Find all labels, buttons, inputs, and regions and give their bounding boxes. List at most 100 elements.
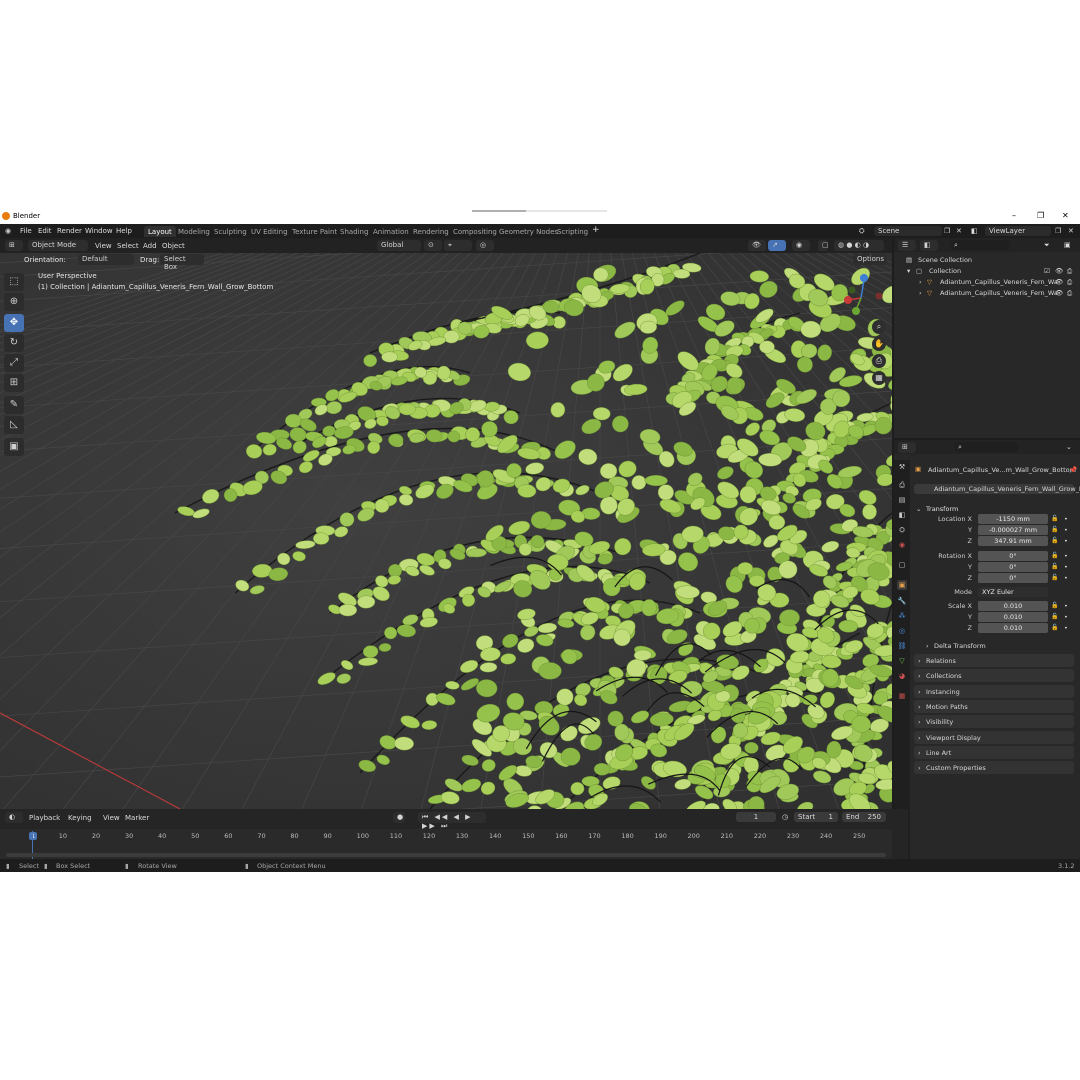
location-x-field[interactable]: -1150 mm bbox=[978, 514, 1048, 524]
outliner-search-icon[interactable]: ⌕ bbox=[950, 240, 1010, 250]
options-dropdown[interactable]: Options bbox=[853, 254, 887, 265]
viewport-menu-select[interactable]: Select bbox=[117, 242, 139, 250]
rotation-mode-dropdown[interactable]: XYZ Euler bbox=[978, 587, 1048, 597]
location-z-field[interactable]: 347.91 mm bbox=[978, 536, 1048, 546]
properties-options-icon[interactable]: ⌄ bbox=[1066, 443, 1072, 451]
tab-animation[interactable]: Animation bbox=[369, 226, 413, 237]
cursor-tool[interactable]: ⊕ bbox=[4, 293, 24, 311]
outliner[interactable]: ☰ ◧ ⌕ ⏷ ▣ ▤ Scene Collection ▾ ▢ Collect… bbox=[894, 238, 1080, 438]
timeline-menu-marker[interactable]: Marker bbox=[125, 814, 149, 822]
shading-mode-icons[interactable]: ◍ ● ◐ ◑ bbox=[834, 240, 884, 251]
object-datablock-field[interactable]: Adiantum_Capillus_Veneris_Fern_Wall_Grow… bbox=[914, 484, 1080, 494]
snap-icon[interactable]: ⌖ bbox=[444, 240, 472, 251]
keyframe-dot-icon[interactable]: • bbox=[1064, 624, 1068, 632]
keyframe-dot-icon[interactable]: • bbox=[1064, 526, 1068, 534]
pan-hand-icon[interactable]: ✋ bbox=[872, 337, 886, 351]
viewport-menu-object[interactable]: Object bbox=[162, 242, 185, 250]
close-icon[interactable]: ✕ bbox=[1062, 211, 1069, 220]
collection-label[interactable]: Collection bbox=[929, 267, 961, 275]
tab-shading[interactable]: Shading bbox=[336, 226, 372, 237]
keyframe-dot-icon[interactable]: • bbox=[1064, 515, 1068, 523]
output-tab-icon[interactable]: ▤ bbox=[897, 495, 907, 505]
keyframe-dot-icon[interactable]: • bbox=[1064, 574, 1068, 582]
record-icon[interactable]: ● bbox=[393, 812, 405, 823]
scene-copy-icon[interactable]: ❐ bbox=[944, 227, 950, 235]
item-eye-icon[interactable]: 👁 bbox=[1055, 289, 1063, 297]
panel-viewport-display[interactable]: › Viewport Display bbox=[914, 730, 1074, 744]
location-y-field[interactable]: -0.000027 mm bbox=[978, 525, 1048, 535]
lock-icon[interactable]: 🔓 bbox=[1051, 563, 1058, 570]
timeline-type-icon[interactable]: ◐ bbox=[5, 812, 23, 823]
rotation-y-field[interactable]: 0° bbox=[978, 562, 1048, 572]
3d-viewport[interactable] bbox=[0, 253, 892, 809]
current-frame-field[interactable]: 1 bbox=[736, 812, 776, 822]
item-expand-icon[interactable]: › bbox=[919, 278, 922, 286]
outliner-item[interactable]: Adiantum_Capillus_Veneris_Fern_Wa bbox=[940, 278, 1058, 286]
physics-tab-icon[interactable]: ◎ bbox=[897, 626, 907, 636]
blender-menu-icon[interactable]: ◉ bbox=[5, 227, 11, 235]
keyframe-dot-icon[interactable]: • bbox=[1064, 602, 1068, 610]
tool-tab-icon[interactable]: ⚒ bbox=[897, 462, 907, 472]
timeline-scrollbar[interactable] bbox=[6, 853, 886, 857]
properties-editor[interactable]: ⊞ ⌕ ⌄ ⚒ ⎙ ▤ ◧ ⛭ ◉ ▢ ▣ 🔧 ⁂ ◎ ⛓ ▽ ◕ ▦ ▣ Ad… bbox=[894, 440, 1080, 860]
timeline-menu-keying[interactable]: Keying bbox=[68, 814, 92, 822]
modifier-tab-icon[interactable]: 🔧 bbox=[897, 596, 907, 606]
add-workspace-icon[interactable]: + bbox=[592, 225, 600, 235]
render-tab-icon[interactable]: ⎙ bbox=[897, 480, 907, 490]
tab-geometry-nodes[interactable]: Geometry Nodes bbox=[495, 226, 562, 237]
maximize-icon[interactable]: ❐ bbox=[1037, 211, 1044, 220]
add-cube-tool[interactable]: ▣ bbox=[4, 438, 24, 456]
overlays-icon[interactable]: ◉ bbox=[792, 240, 810, 251]
new-collection-icon[interactable]: ▣ bbox=[1064, 241, 1071, 249]
timeline-menu-playback[interactable]: Playback bbox=[29, 814, 60, 822]
scene-selector[interactable]: Scene bbox=[874, 226, 942, 236]
tab-scripting[interactable]: Scripting bbox=[553, 226, 592, 237]
collection-camera-icon[interactable]: ⎙ bbox=[1067, 267, 1072, 276]
collection-expand-icon[interactable]: ▾ bbox=[907, 267, 910, 275]
keyframe-dot-icon[interactable]: • bbox=[1064, 563, 1068, 571]
timeline[interactable]: ◐ Playback Keying View Marker ● ⏮ ◀◀ ◀ ▶… bbox=[0, 809, 908, 859]
scene-tab-icon[interactable]: ⛭ bbox=[897, 525, 907, 535]
scene-collection-label[interactable]: Scene Collection bbox=[918, 256, 972, 264]
proportional-edit-icon[interactable]: ◎ bbox=[476, 240, 494, 251]
playback-controls[interactable]: ⏮ ◀◀ ◀ ▶ ▶▶ ⏭ bbox=[418, 812, 486, 830]
rotate-tool[interactable]: ↻ bbox=[4, 334, 24, 352]
menu-file[interactable]: File bbox=[20, 227, 32, 235]
panel-instancing[interactable]: › Instancing bbox=[914, 684, 1074, 698]
scale-x-field[interactable]: 0.010 bbox=[978, 601, 1048, 611]
lock-icon[interactable]: 🔓 bbox=[1051, 624, 1058, 631]
gizmo-icon[interactable]: ↗ bbox=[768, 240, 786, 251]
lock-icon[interactable]: 🔓 bbox=[1051, 613, 1058, 620]
scale-z-field[interactable]: 0.010 bbox=[978, 623, 1048, 633]
lock-icon[interactable]: 🔓 bbox=[1051, 552, 1058, 559]
view-layer-remove-icon[interactable]: ✕ bbox=[1068, 227, 1074, 235]
properties-type-icon[interactable]: ⊞ bbox=[898, 442, 916, 453]
lock-icon[interactable]: 🔓 bbox=[1051, 515, 1058, 522]
item-eye-icon[interactable]: 👁 bbox=[1055, 278, 1063, 286]
measure-tool[interactable]: ◺ bbox=[4, 416, 24, 434]
material-tab-icon[interactable]: ◕ bbox=[897, 671, 907, 681]
collection-eye-icon[interactable]: 👁 bbox=[1055, 267, 1063, 275]
panel-line-art[interactable]: › Line Art bbox=[914, 745, 1074, 759]
panel-visibility[interactable]: › Visibility bbox=[914, 715, 1074, 729]
keyframe-dot-icon[interactable]: • bbox=[1064, 613, 1068, 621]
viewport-menu-add[interactable]: Add bbox=[143, 242, 157, 250]
axis-gizmo[interactable] bbox=[836, 270, 886, 320]
pin-icon[interactable]: 📌 bbox=[1069, 466, 1077, 474]
tab-texture-paint[interactable]: Texture Paint bbox=[288, 226, 341, 237]
viewport-menu-view[interactable]: View bbox=[95, 242, 112, 250]
collection-checkbox-icon[interactable]: ☑ bbox=[1044, 267, 1050, 275]
drag-dropdown[interactable]: Select Box bbox=[160, 254, 204, 271]
select-box-tool[interactable]: ⬚ bbox=[4, 273, 24, 291]
view-layer-selector[interactable]: ViewLayer bbox=[985, 226, 1051, 236]
rotation-z-field[interactable]: 0° bbox=[978, 573, 1048, 583]
grid-view-icon[interactable]: ▦ bbox=[872, 371, 886, 385]
menu-render[interactable]: Render bbox=[57, 227, 82, 235]
properties-search-icon[interactable]: ⌕ bbox=[954, 442, 1018, 452]
camera-icon[interactable]: ⎙ bbox=[872, 354, 886, 368]
zoom-icon[interactable]: ⌕ bbox=[872, 320, 886, 334]
scene-remove-icon[interactable]: ✕ bbox=[956, 227, 962, 235]
item-camera-icon[interactable]: ⎙ bbox=[1067, 289, 1072, 298]
panel-relations[interactable]: › Relations bbox=[914, 654, 1074, 667]
filter-icon[interactable]: ⏷ bbox=[1044, 241, 1050, 250]
